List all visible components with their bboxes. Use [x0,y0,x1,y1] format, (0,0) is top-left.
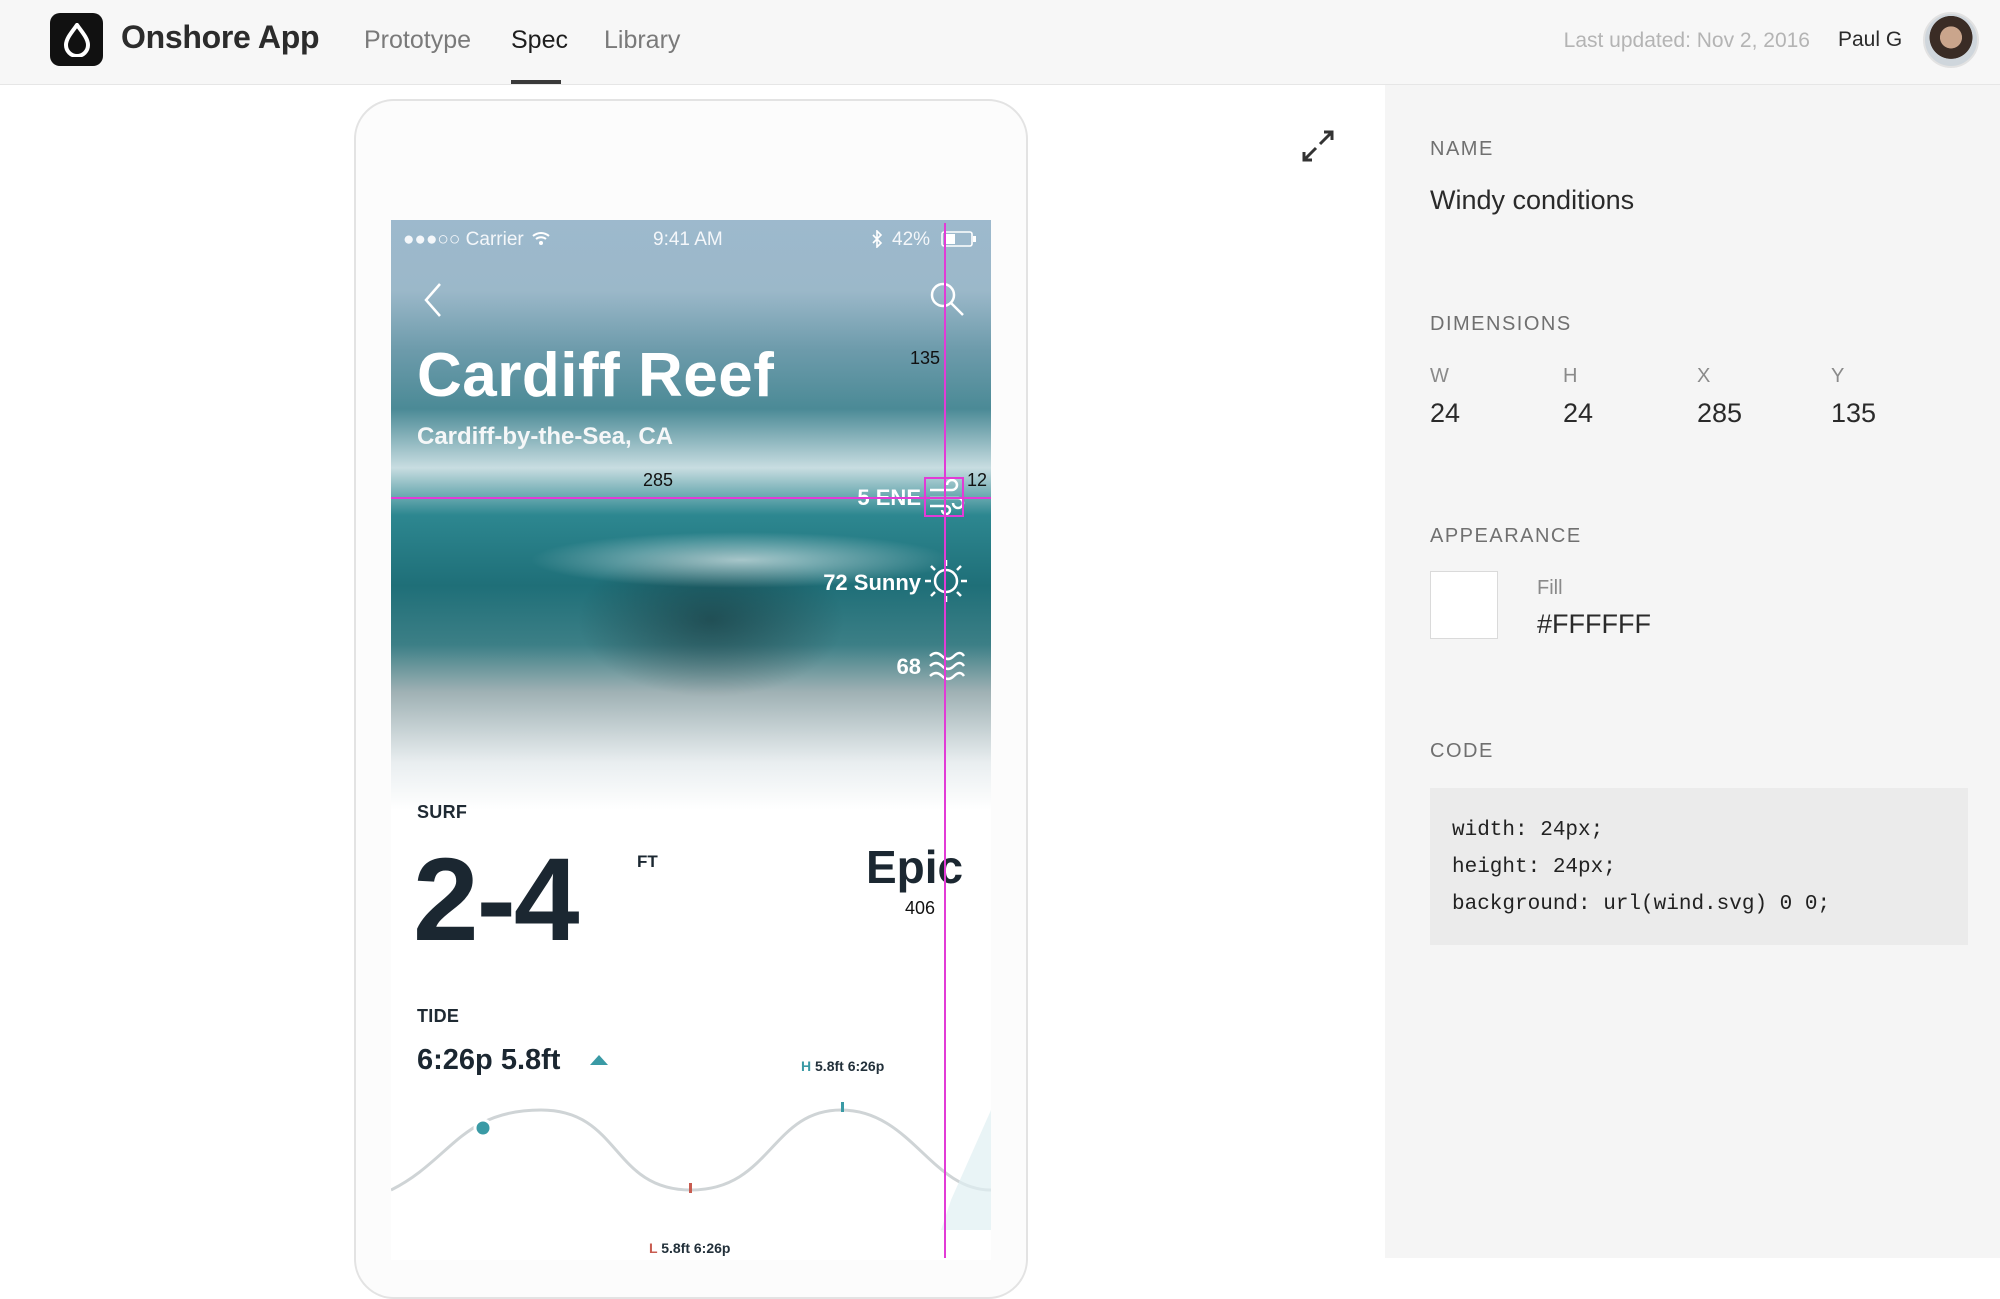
tide-high-point: H 5.8ft 6:26p [801,1058,885,1074]
fill-label: Fill [1537,577,1563,599]
inspector-panel: NAME Windy conditions DIMENSIONS W 24 H … [1385,85,2000,1258]
measure-top-distance: 135 [910,348,941,368]
app-logo-icon[interactable] [50,13,103,66]
active-tab-indicator [511,80,561,84]
code-snippet[interactable]: width: 24px; height: 24px; background: u… [1430,788,1968,945]
status-time: 9:41 AM [653,229,723,250]
spot-title: Cardiff Reef [417,341,775,410]
dim-w-label: W [1430,365,1449,387]
tab-prototype[interactable]: Prototype [364,26,471,55]
surf-height: 2-4 [413,834,580,966]
tide-label: TIDE [417,1006,460,1026]
tide-current: 6:26p 5.8ft [417,1044,561,1076]
avatar[interactable] [1923,12,1979,68]
app-title: Onshore App [121,19,320,55]
fill-value[interactable]: #FFFFFF [1537,609,1651,640]
dim-y-value: 135 [1831,398,1877,428]
surf-rating: Epic [866,841,964,893]
name-label: NAME [1430,138,1494,160]
last-updated-text: Last updated: Nov 2, 2016 [1563,29,1810,52]
dim-x-label: X [1697,365,1711,387]
water-temp-icon [929,651,966,681]
user-name[interactable]: Paul G [1838,28,1902,52]
spot-location: Cardiff-by-the-Sea, CA [417,423,674,450]
code-line: width: 24px; [1452,819,1604,842]
measure-right-distance: 12 [967,470,988,490]
bluetooth-icon [872,230,883,248]
dim-w-value: 24 [1430,398,1461,428]
status-carrier: ●●●○○ Carrier [403,229,524,250]
code-line: height: 24px; [1452,856,1616,879]
dim-h-label: H [1563,365,1578,387]
code-line: background: url(wind.svg) 0 0; [1452,893,1831,916]
fill-color-swatch[interactable] [1430,571,1498,639]
appearance-label: APPEARANCE [1430,525,1582,547]
tide-low-point: L 5.8ft 6:26p [649,1240,731,1256]
weather-conditions: 72 Sunny [823,570,921,595]
dim-x-value: 285 [1697,398,1743,428]
surf-unit: FT [637,852,658,871]
tab-spec[interactable]: Spec [511,26,568,55]
measure-guide-vertical [944,223,946,1258]
device-screen: ●●●○○ Carrier 9:41 AM 42% Cardiff Reef C… [391,220,991,1260]
code-label: CODE [1430,740,1494,762]
hero-surf-image [391,220,991,810]
measure-guide-horizontal [391,497,991,499]
dim-h-value: 24 [1563,398,1594,428]
tide-rising-icon [590,1055,608,1065]
battery-icon [941,231,976,247]
top-bar: Onshore App Prototype Spec Library Last … [0,0,2000,85]
tide-chart [391,1102,991,1230]
dim-y-label: Y [1831,365,1845,387]
expand-icon[interactable] [1300,128,1336,164]
water-temperature: 68 [896,654,921,679]
sun-icon [925,560,967,602]
dimensions-label: DIMENSIONS [1430,313,1572,335]
measure-left-distance: 285 [643,470,674,490]
surf-label: SURF [417,802,468,822]
measure-bottom-distance: 406 [905,898,936,918]
search-icon[interactable] [928,280,966,318]
wifi-icon [532,232,550,245]
tab-library[interactable]: Library [604,26,680,55]
status-battery: 42% [892,229,931,250]
back-chevron-icon[interactable] [423,282,443,318]
element-name: Windy conditions [1430,185,1635,215]
selected-element-outline[interactable] [924,477,964,517]
